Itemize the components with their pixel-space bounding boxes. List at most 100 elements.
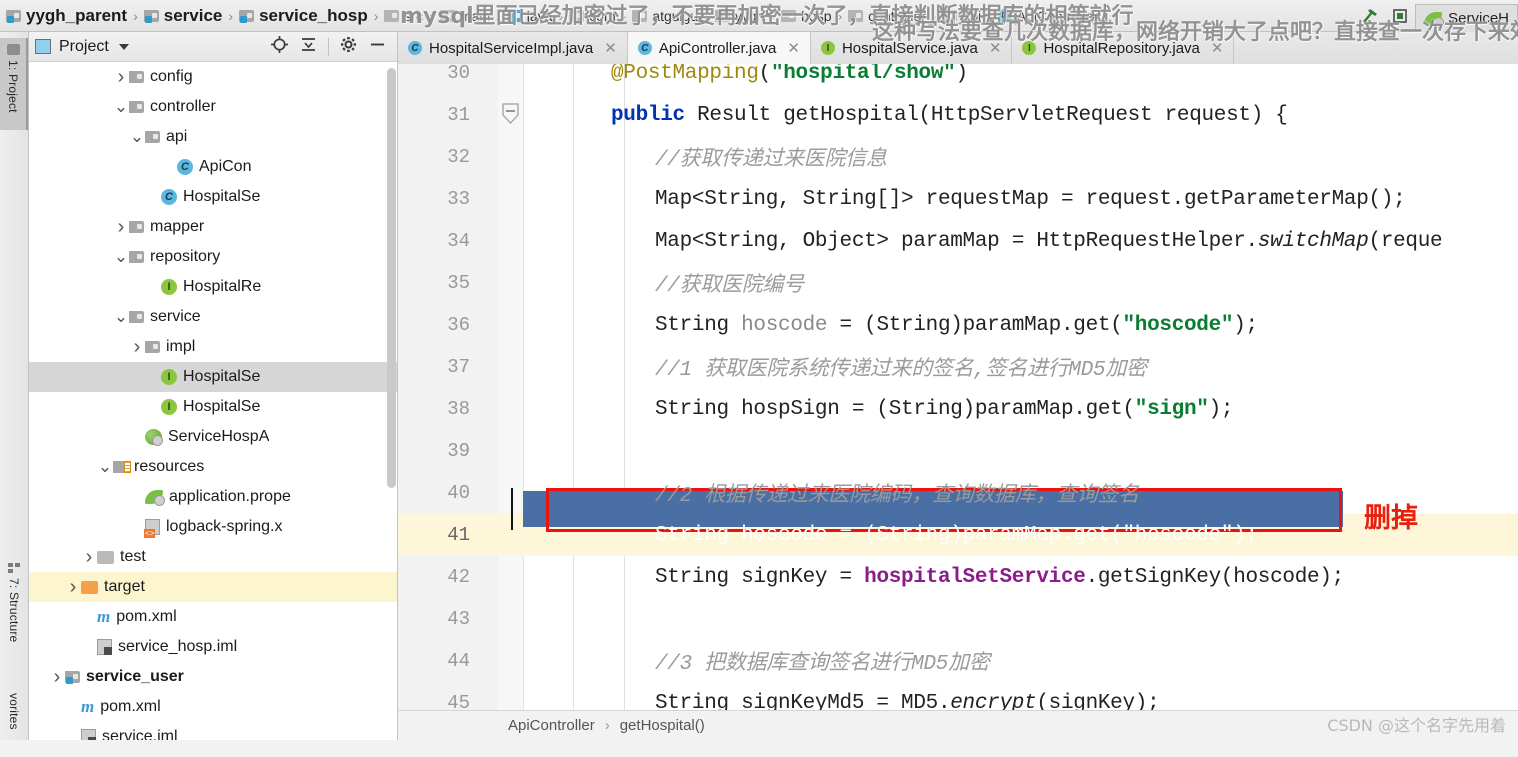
breadcrumb-item-api[interactable]: api (942, 0, 981, 31)
tree-node[interactable]: ⌄ resources (29, 452, 397, 482)
breadcrumb-item-service[interactable]: service (143, 0, 222, 31)
tree-node-label: service (150, 308, 201, 325)
code-line[interactable]: 44 //3 把数据库查询签名进行MD5加密 (398, 640, 1518, 682)
resources-folder-icon (113, 461, 131, 473)
close-icon[interactable]: ✕ (604, 39, 617, 57)
tree-node[interactable]: application.prope (29, 482, 397, 512)
editor-tab[interactable]: C ApiController.java ✕ (627, 32, 811, 64)
tree-node[interactable]: I HospitalSe (29, 392, 397, 422)
code-line-text: String hospSign = (String)paramMap.get("… (655, 397, 1234, 421)
tree-node[interactable]: I HospitalSe (29, 362, 397, 392)
code-line[interactable]: 40 //2 根据传递过来医院编码，查询数据库，查询签名 (398, 472, 1518, 514)
code-line[interactable]: 32 //获取传递过来医院信息 (398, 136, 1518, 178)
breadcrumb-item-yygh[interactable]: yygh (714, 0, 764, 31)
tree-node[interactable]: › test (29, 542, 397, 572)
chevron-down-icon[interactable]: ⌄ (97, 457, 113, 477)
chevron-down-icon[interactable] (118, 43, 129, 50)
status-crumb-method[interactable]: getHospital() (620, 717, 705, 734)
chevron-right-icon[interactable]: › (65, 576, 81, 599)
tree-node[interactable]: logback-spring.x (29, 512, 397, 542)
breadcrumb-item-yygh_parent[interactable]: yygh_parent (6, 0, 127, 31)
tree-node[interactable]: ⌄ service (29, 302, 397, 332)
tree-node-label: ApiCon (199, 158, 252, 175)
folder-icon (129, 71, 144, 83)
collapse-all-icon[interactable] (299, 35, 318, 59)
tree-node[interactable]: C HospitalSe (29, 182, 397, 212)
class-icon: C (177, 159, 193, 175)
tool-window-tab-project[interactable]: 1: Project (0, 38, 28, 130)
tree-node[interactable]: › target (29, 572, 397, 602)
csdn-watermark: CSDN @这个名字先用着 (1327, 716, 1506, 735)
search-everywhere-icon[interactable] (1385, 1, 1415, 31)
tree-node-label: service.iml (102, 728, 178, 740)
chevron-right-icon[interactable]: › (113, 66, 129, 89)
code-line[interactable]: 36 String hoscode = (String)paramMap.get(… (398, 304, 1518, 346)
line-number: 43 (447, 608, 470, 630)
source-folder-icon (506, 9, 522, 22)
tree-node[interactable]: › impl (29, 332, 397, 362)
tree-node[interactable]: m pom.xml (29, 692, 397, 722)
run-configuration-selector[interactable]: ServiceH (1415, 3, 1518, 33)
project-tree[interactable]: › config ⌄ controller ⌄ api C ApiCon C HospitalSe… (29, 62, 397, 740)
tree-node[interactable]: m pom.xml (29, 602, 397, 632)
tree-node[interactable]: ServiceHospA (29, 422, 397, 452)
breadcrumb-item-hosp[interactable]: hosp (781, 0, 832, 31)
code-line[interactable]: 45 String signKeyMd5 = MD5.encrypt(signKe… (398, 682, 1518, 711)
status-crumb-class[interactable]: ApiController (508, 717, 595, 734)
code-line[interactable]: 33 Map<String, String[]> requestMap = req… (398, 178, 1518, 220)
breadcrumb-item-apicontroller[interactable]: C ApiController (997, 0, 1098, 31)
tree-node[interactable]: I HospitalRe (29, 272, 397, 302)
code-line[interactable]: 34 Map<String, Object> paramMap = HttpReq… (398, 220, 1518, 262)
breadcrumb-item-java[interactable]: java (506, 0, 552, 31)
fold-collapse-icon[interactable] (501, 103, 520, 125)
editor-tab[interactable]: I HospitalService.java ✕ (811, 32, 1013, 64)
code-line-text: //获取医院编号 (655, 275, 804, 298)
chevron-right-icon[interactable]: › (129, 336, 145, 359)
close-icon[interactable]: ✕ (787, 39, 800, 57)
tree-node-label: pom.xml (100, 698, 161, 715)
locate-icon[interactable] (270, 35, 289, 59)
code-line[interactable]: 43 (398, 598, 1518, 640)
breadcrumb-item-src[interactable]: src (384, 0, 423, 31)
chevron-right-icon[interactable]: › (81, 546, 97, 569)
tree-node[interactable]: › mapper (29, 212, 397, 242)
close-icon[interactable]: ✕ (1211, 39, 1224, 57)
project-tree-scrollbar[interactable] (387, 68, 396, 488)
chevron-down-icon[interactable]: ⌄ (113, 97, 129, 117)
chevron-down-icon[interactable]: ⌄ (113, 307, 129, 327)
breadcrumb-item-main[interactable]: main (439, 0, 490, 31)
editor-tab[interactable]: I HospitalRepository.java ✕ (1012, 32, 1235, 64)
breadcrumb-item-controller[interactable]: controller (848, 0, 926, 31)
chevron-down-icon[interactable]: ⌄ (113, 247, 129, 267)
tree-node[interactable]: C ApiCon (29, 152, 397, 182)
close-icon[interactable]: ✕ (989, 39, 1002, 57)
tree-node[interactable]: service.iml (29, 722, 397, 740)
tree-node[interactable]: service_hosp.iml (29, 632, 397, 662)
code-line-text: @PostMapping("hospital/show") (611, 64, 968, 85)
code-editor[interactable]: 30 @PostMapping("hospital/show") 31 public … (398, 64, 1518, 710)
code-line[interactable]: 37 //1 获取医院系统传递过来的签名,签名进行MD5加密 (398, 346, 1518, 388)
chevron-down-icon[interactable]: ⌄ (129, 127, 145, 147)
code-line[interactable]: 38 String hospSign = (String)paramMap.get… (398, 388, 1518, 430)
chevron-right-icon[interactable]: › (113, 216, 129, 239)
tree-node[interactable]: › service_user (29, 662, 397, 692)
breadcrumb-item-com[interactable]: com (569, 0, 616, 31)
breadcrumb-item-service_hosp[interactable]: service_hosp (239, 0, 368, 31)
breadcrumb-item-atguigu[interactable]: atguigu (632, 0, 698, 31)
tree-node[interactable]: ⌄ api (29, 122, 397, 152)
hide-panel-icon[interactable] (368, 35, 387, 59)
tool-window-tab-structure[interactable]: 7: Structure (0, 557, 28, 665)
build-hammer-icon[interactable] (1355, 1, 1385, 31)
code-line[interactable]: 30 @PostMapping("hospital/show") (398, 64, 1518, 94)
code-line[interactable]: 42 String signKey = hospitalSetService.ge… (398, 556, 1518, 598)
editor-tab[interactable]: C HospitalServiceImpl.java ✕ (398, 32, 628, 64)
code-line[interactable]: 39 (398, 430, 1518, 472)
tree-node[interactable]: ⌄ repository (29, 242, 397, 272)
tree-node[interactable]: ⌄ controller (29, 92, 397, 122)
tool-window-tab-favorites[interactable]: vorites (0, 687, 28, 757)
chevron-right-icon[interactable]: › (49, 666, 65, 689)
tree-node[interactable]: › config (29, 62, 397, 92)
code-line[interactable]: 31 public Result getHospital(HttpServletR… (398, 94, 1518, 136)
settings-gear-icon[interactable] (339, 35, 358, 59)
code-line[interactable]: 35 //获取医院编号 (398, 262, 1518, 304)
